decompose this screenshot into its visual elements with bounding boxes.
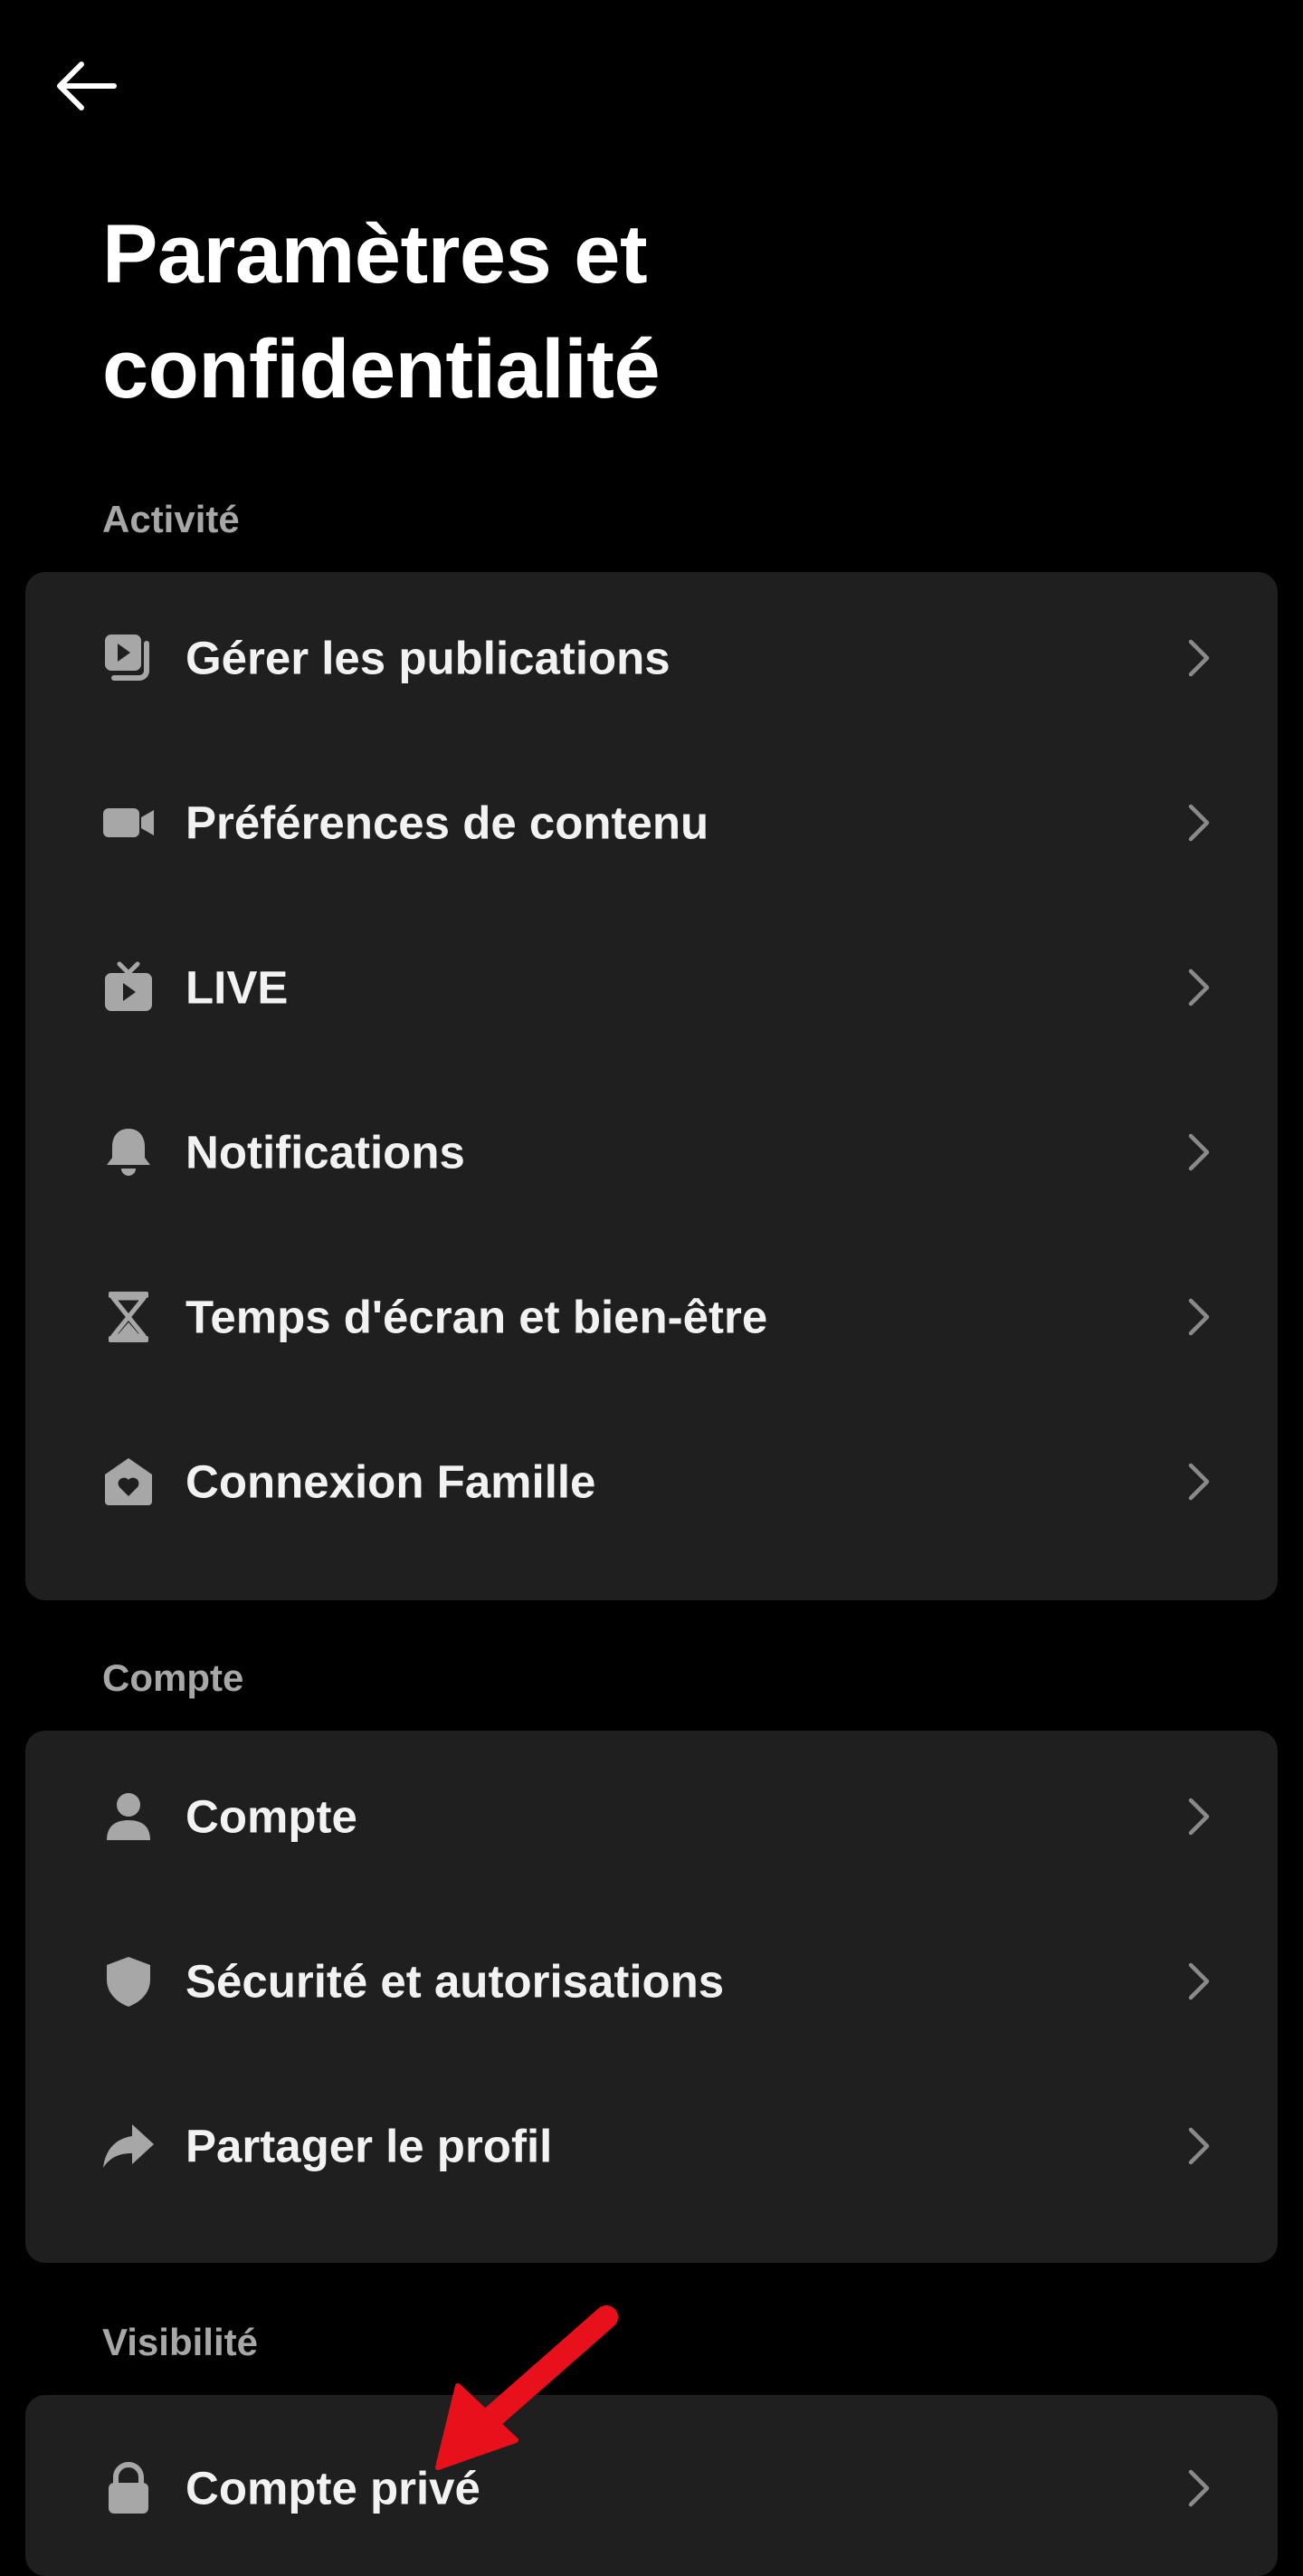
hourglass-icon — [101, 1290, 156, 1344]
chevron-right-icon — [1188, 1798, 1210, 1836]
row-share-profile[interactable]: Partager le profil — [25, 2064, 1278, 2228]
share-icon — [101, 2119, 156, 2173]
row-live[interactable]: LIVE — [25, 905, 1278, 1070]
chevron-right-icon — [1188, 639, 1210, 677]
arrow-left-icon — [57, 62, 117, 110]
chevron-right-icon — [1188, 968, 1210, 1007]
row-label: LIVE — [185, 961, 289, 1014]
chevron-right-icon — [1188, 1298, 1210, 1336]
row-label: Notifications — [185, 1126, 465, 1178]
row-account[interactable]: Compte — [25, 1734, 1278, 1899]
chevron-right-icon — [1188, 804, 1210, 842]
shield-icon — [101, 1954, 156, 2008]
row-label: Partager le profil — [185, 2120, 553, 2172]
posts-icon — [101, 631, 156, 685]
row-label: Gérer les publications — [185, 632, 671, 684]
person-icon — [101, 1789, 156, 1844]
chevron-right-icon — [1188, 1133, 1210, 1171]
row-label: Compte privé — [185, 2462, 480, 2514]
row-label: Préférences de contenu — [185, 797, 709, 849]
row-label: Connexion Famille — [185, 1455, 596, 1508]
row-manage-posts[interactable]: Gérer les publications — [25, 576, 1278, 740]
row-security-permissions[interactable]: Sécurité et autorisations — [25, 1899, 1278, 2064]
visibility-settings-card: Compte privé — [25, 2395, 1278, 2576]
section-label-visibilite: Visibilité — [102, 2321, 258, 2363]
row-label: Compte — [185, 1790, 357, 1843]
chevron-right-icon — [1188, 2127, 1210, 2165]
chevron-right-icon — [1188, 1962, 1210, 2000]
row-family-pairing[interactable]: Connexion Famille — [25, 1399, 1278, 1564]
chevron-right-icon — [1188, 2469, 1210, 2507]
activity-settings-card: Gérer les publications Préférences de co… — [25, 572, 1278, 1600]
section-label-activite: Activité — [102, 498, 240, 540]
row-label: Temps d'écran et bien-être — [185, 1291, 768, 1343]
bell-icon — [101, 1125, 156, 1179]
chevron-right-icon — [1188, 1463, 1210, 1501]
section-label-compte: Compte — [102, 1656, 244, 1699]
row-notifications[interactable]: Notifications — [25, 1070, 1278, 1235]
house-heart-icon — [101, 1455, 156, 1509]
row-screen-time[interactable]: Temps d'écran et bien-être — [25, 1235, 1278, 1399]
account-settings-card: Compte Sécurité et autorisations Partage… — [25, 1731, 1278, 2263]
tv-icon — [101, 960, 156, 1015]
lock-icon — [101, 2461, 156, 2515]
video-camera-icon — [101, 796, 156, 850]
page-title: Paramètres et confidentialité — [102, 208, 661, 415]
back-button[interactable] — [51, 54, 123, 118]
row-label: Sécurité et autorisations — [185, 1955, 725, 2008]
row-content-preferences[interactable]: Préférences de contenu — [25, 740, 1278, 905]
row-private-account[interactable]: Compte privé — [25, 2406, 1278, 2571]
